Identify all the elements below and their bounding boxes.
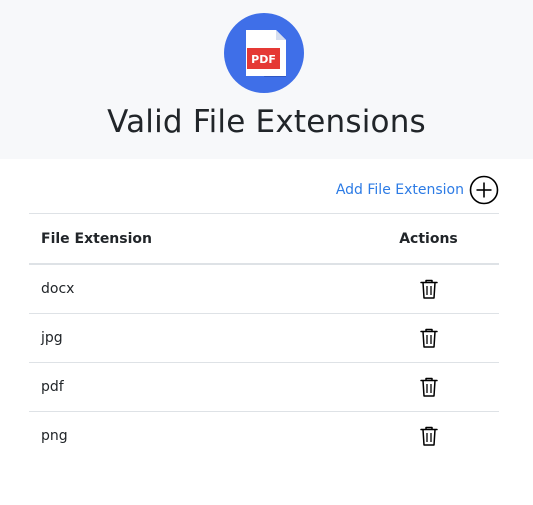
extension-cell: pdf [29,362,358,412]
delete-button[interactable] [419,327,439,349]
file-extensions-table: File Extension Actions docx jpg pdf png [29,213,499,460]
table-row: pdf [29,362,499,412]
trash-icon [419,426,438,446]
trash-icon [419,328,438,348]
add-file-extension-button[interactable]: Add File Extension [336,175,499,205]
page-title: Valid File Extensions [107,104,426,140]
table-header-row: File Extension Actions [29,213,499,265]
plus-circle-icon [469,175,499,205]
delete-button[interactable] [419,278,439,300]
actions-cell [358,411,499,460]
delete-button[interactable] [419,376,439,398]
extension-cell: png [29,411,358,460]
actions-cell [358,264,499,314]
table-row: png [29,411,499,460]
trash-icon [419,279,438,299]
column-header-file-extension: File Extension [29,213,358,265]
actions-cell [358,362,499,412]
logo-text: PDF [251,53,276,66]
actions-cell [358,313,499,363]
extension-cell: docx [41,281,75,297]
column-header-actions: Actions [358,213,499,265]
page-header: PDF Valid File Extensions [0,0,533,159]
table-row: docx [29,264,499,314]
extension-cell: jpg [29,313,358,363]
delete-button[interactable] [419,425,439,447]
table-row: jpg [29,313,499,363]
pdf-file-icon: PDF [224,13,304,93]
add-file-extension-label: Add File Extension [335,182,464,198]
trash-icon [419,377,438,397]
